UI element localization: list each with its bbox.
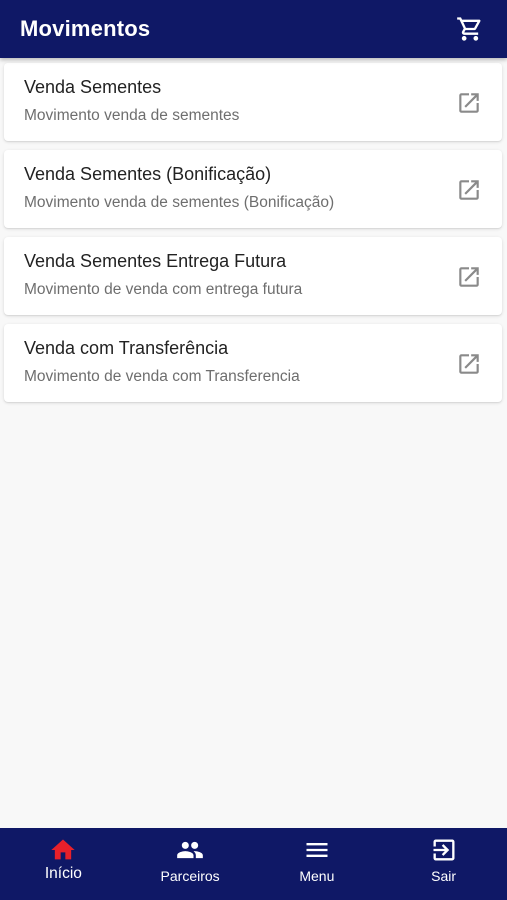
- open-in-new-icon[interactable]: [456, 177, 482, 203]
- list-item-title: Venda com Transferência: [24, 338, 229, 358]
- nav-item-menu[interactable]: Menu: [254, 828, 381, 900]
- open-in-new-icon[interactable]: [456, 351, 482, 377]
- list-item-title: Venda Sementes Entrega Futura: [24, 251, 287, 271]
- list-item-title: Venda Sementes: [24, 77, 162, 97]
- top-app-bar: Movimentos: [0, 0, 507, 58]
- people-icon: [176, 838, 204, 862]
- app-screen: Movimentos Venda Sementes Movimento vend…: [0, 0, 507, 900]
- list-item-subtitle: Movimento venda de sementes: [24, 107, 240, 124]
- nav-label: Menu: [299, 868, 335, 884]
- bottom-navigation: Início Parceiros Menu Sair: [0, 828, 507, 900]
- list-item-title: Venda Sementes (Bonificação): [24, 164, 272, 184]
- nav-item-inicio[interactable]: Início: [0, 828, 127, 900]
- list-item[interactable]: Venda Sementes Movimento venda de sement…: [4, 63, 502, 141]
- list-item-subtitle: Movimento venda de sementes (Bonificação…: [24, 194, 335, 211]
- open-in-new-icon[interactable]: [456, 90, 482, 116]
- home-icon: [49, 838, 77, 862]
- open-in-new-icon[interactable]: [456, 264, 482, 290]
- logout-icon: [430, 838, 458, 862]
- cart-button[interactable]: [453, 12, 487, 46]
- list-item[interactable]: Venda com Transferência Movimento de ven…: [4, 324, 502, 402]
- page-title: Movimentos: [20, 16, 151, 41]
- list-item-subtitle: Movimento de venda com Transferencia: [24, 368, 300, 385]
- menu-icon: [303, 838, 331, 862]
- nav-label: Início: [44, 865, 82, 882]
- nav-item-sair[interactable]: Sair: [380, 828, 507, 900]
- shopping-cart-icon: [457, 17, 481, 41]
- movements-list: Venda Sementes Movimento venda de sement…: [4, 63, 502, 411]
- list-item[interactable]: Venda Sementes (Bonificação) Movimento v…: [4, 150, 502, 228]
- nav-label: Parceiros: [160, 868, 220, 884]
- list-item-subtitle: Movimento de venda com entrega futura: [24, 281, 303, 298]
- nav-label: Sair: [431, 868, 457, 884]
- nav-item-parceiros[interactable]: Parceiros: [127, 828, 254, 900]
- list-item[interactable]: Venda Sementes Entrega Futura Movimento …: [4, 237, 502, 315]
